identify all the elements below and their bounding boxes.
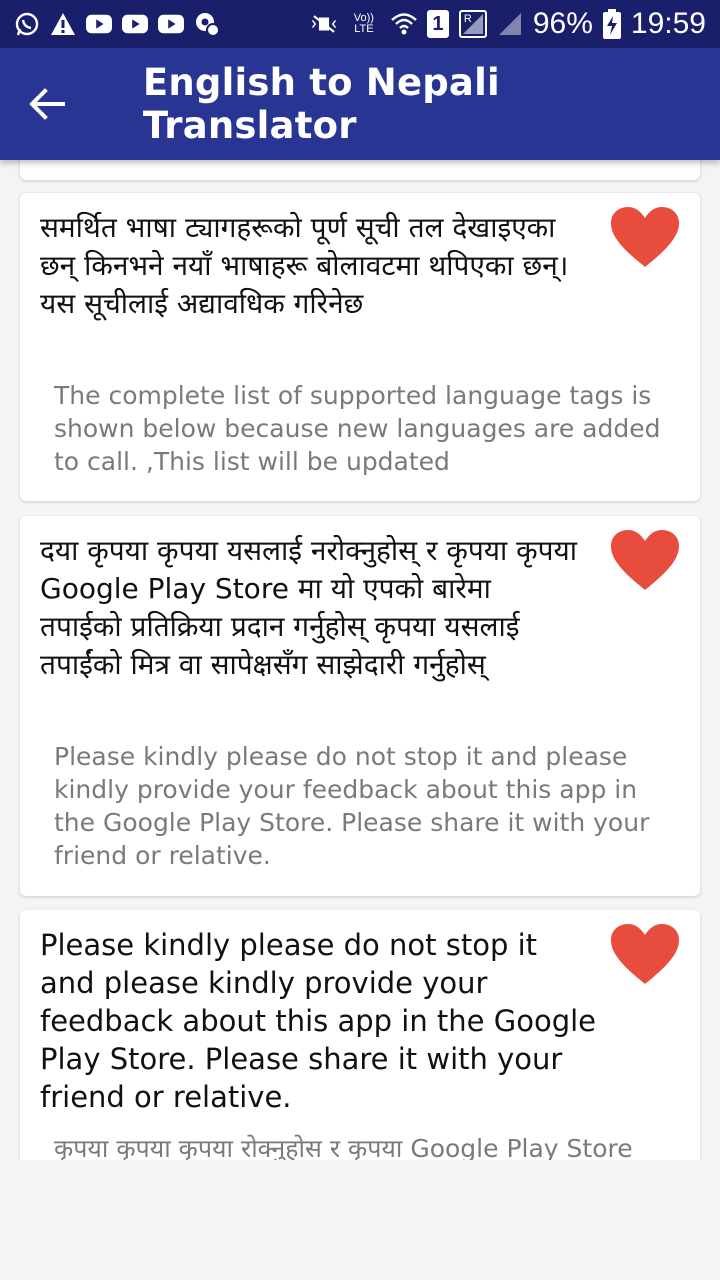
status-bar: Vo)) LTE 1 R 96% 19:59 (0, 0, 720, 48)
nepali-text: दया कृपया कृपया यसलाई नरोक्नुहोस् र कृपय… (40, 534, 578, 681)
notification-icons (14, 11, 220, 37)
whatsapp-icon (14, 11, 40, 37)
list-item[interactable]: समर्थित भाषा ट्यागहरूको पूर्ण सूची तल दे… (20, 193, 700, 501)
battery-percent: 96% (532, 7, 593, 40)
battery-charging-icon (602, 9, 621, 39)
nepali-text: समर्थित भाषा ट्यागहरूको पूर्ण सूची तल दे… (40, 211, 569, 320)
list-item[interactable]: दया कृपया कृपया यसलाई नरोक्नुहोस् र कृपय… (20, 516, 700, 896)
favorite-button[interactable] (610, 530, 680, 592)
heart-icon (611, 530, 679, 590)
sim-1-icon: 1 (426, 10, 449, 38)
english-text: Please kindly please do not stop it and … (40, 928, 596, 1114)
wifi-icon (391, 11, 417, 37)
youtube-icon (86, 11, 112, 37)
warning-icon (50, 11, 76, 37)
list-item[interactable]: Please kindly please do not stop it and … (20, 910, 700, 1160)
youtube-icon (122, 11, 148, 37)
english-text: Please kindly please do not stop it and … (54, 742, 650, 870)
heart-icon (611, 924, 679, 984)
favorite-button[interactable] (610, 207, 680, 269)
heart-icon (611, 207, 679, 267)
list-item[interactable] (20, 160, 700, 180)
clock: 19:59 (630, 7, 706, 40)
favorite-button[interactable] (610, 924, 680, 986)
back-button[interactable] (0, 48, 95, 160)
phrase-list[interactable]: समर्थित भाषा ट्यागहरूको पूर्ण सूची तल दे… (0, 160, 720, 1160)
vibrate-mute-icon (311, 11, 337, 37)
settings-notification-icon (194, 11, 220, 37)
signal-icon (497, 11, 523, 37)
back-arrow-icon (29, 88, 66, 120)
english-text: The complete list of supported language … (54, 381, 661, 476)
sim-roaming-icon: R (458, 10, 487, 38)
app-bar: English to Nepali Translator (0, 48, 720, 160)
youtube-icon (158, 11, 184, 37)
system-icons: Vo)) LTE 1 R 96% 19:59 (311, 7, 706, 41)
page-title: English to Nepali Translator (142, 61, 500, 147)
sim-number: 1 (432, 12, 444, 35)
nepali-text: कृपया कृपया कृपया रोक्नुहोस र कृपया Goog… (54, 1134, 633, 1160)
volte-label: Vo)) LTE (353, 12, 374, 35)
